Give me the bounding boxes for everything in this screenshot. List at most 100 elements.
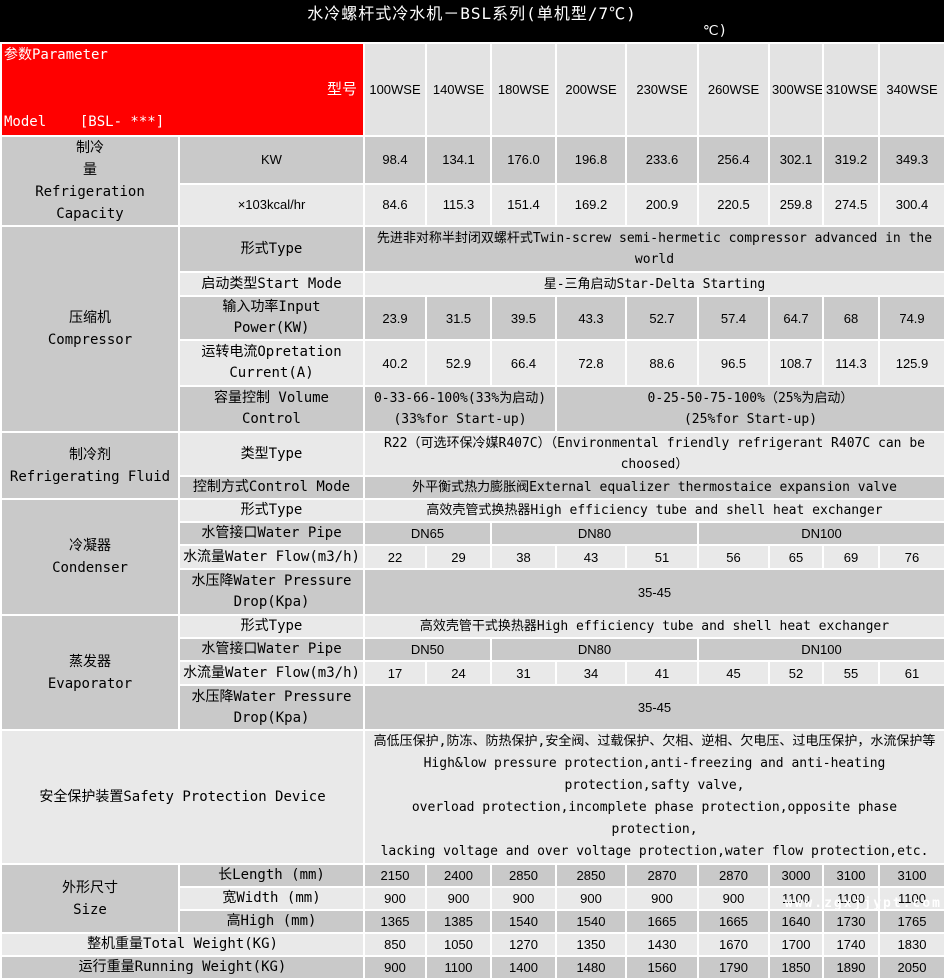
- value-cell: 1765: [879, 910, 944, 933]
- value-cell: 98.4: [364, 136, 426, 184]
- param-label-type: 类型Type: [179, 432, 364, 476]
- value-cell: 56: [698, 545, 769, 569]
- value-cell: 43.3: [556, 296, 626, 340]
- model-header-cell: 200WSE: [556, 43, 626, 136]
- value-cell: 34: [556, 661, 626, 685]
- value-cell: 1670: [698, 933, 769, 956]
- param-label-current: 运转电流Opretation Current(A): [179, 340, 364, 386]
- param-label-control-mode: 控制方式Control Mode: [179, 476, 364, 499]
- value-cell: 23.9: [364, 296, 426, 340]
- value-cell: 220.5: [698, 184, 769, 226]
- value-cell: 319.2: [823, 136, 879, 184]
- param-label-water-flow: 水流量Water Flow(m3/h): [179, 661, 364, 685]
- model-header-cell: 340WSE: [879, 43, 944, 136]
- value-pipe-dn80: DN80: [491, 638, 698, 661]
- value-cell: 1700: [769, 933, 823, 956]
- value-cell: 1430: [626, 933, 698, 956]
- value-cell: 900: [491, 887, 556, 910]
- value-cell: 850: [364, 933, 426, 956]
- value-cell: 1830: [879, 933, 944, 956]
- value-cell: 1665: [698, 910, 769, 933]
- row-total-weight: 整机重量Total Weight(KG) 8501050127013501430…: [1, 933, 944, 956]
- model-cn-label: 型号: [327, 79, 361, 100]
- param-label-kw: KW: [179, 136, 364, 184]
- parameter-model-cell: 参数Parameter 型号 Model [BSL- ***]: [1, 43, 364, 136]
- value-cell: 66.4: [491, 340, 556, 386]
- row-refrigerant-type: 制冷剂 Refrigerating Fluid 类型Type R22（可选环保冷…: [1, 432, 944, 476]
- param-label-kcal: ×103kcal/hr: [179, 184, 364, 226]
- model-header-cell: 310WSE: [823, 43, 879, 136]
- value-cell: 1385: [426, 910, 491, 933]
- param-label-type: 形式Type: [179, 499, 364, 522]
- param-label-width: 宽Width (mm): [179, 887, 364, 910]
- value-cell: 1790: [698, 956, 769, 979]
- value-cell: 57.4: [698, 296, 769, 340]
- param-label-volume-control: 容量控制 Volume Control: [179, 386, 364, 432]
- row-size-length: 外形尺寸 Size 长Length (mm) 21502400285028502…: [1, 864, 944, 887]
- value-cell: 259.8: [769, 184, 823, 226]
- value-pipe-dn100: DN100: [698, 638, 944, 661]
- value-cell: 55: [823, 661, 879, 685]
- value-cell: 1640: [769, 910, 823, 933]
- value-pipe-dn65: DN65: [364, 522, 491, 545]
- value-cell: 39.5: [491, 296, 556, 340]
- section-label-refrigerant: 制冷剂 Refrigerating Fluid: [1, 432, 179, 499]
- section-label-compressor: 压缩机 Compressor: [1, 226, 179, 432]
- value-volume-left: 0-33-66-100%(33%为启动) (33%for Start-up): [364, 386, 556, 432]
- value-cell: 900: [556, 887, 626, 910]
- value-cell: 256.4: [698, 136, 769, 184]
- value-cell: 61: [879, 661, 944, 685]
- value-cell: 169.2: [556, 184, 626, 226]
- param-label-water-pipe: 水管接口Water Pipe: [179, 638, 364, 661]
- section-label-size: 外形尺寸 Size: [1, 864, 179, 933]
- model-header-cell: 260WSE: [698, 43, 769, 136]
- param-label-safety: 安全保护装置Safety Protection Device: [1, 730, 364, 864]
- value-cell: 52.9: [426, 340, 491, 386]
- value-cell: 29: [426, 545, 491, 569]
- value-cell: 900: [698, 887, 769, 910]
- value-cell: 115.3: [426, 184, 491, 226]
- value-cell: 41: [626, 661, 698, 685]
- value-cell: 65: [769, 545, 823, 569]
- value-cell: 17: [364, 661, 426, 685]
- value-cell: 1365: [364, 910, 426, 933]
- section-label-evaporator: 蒸发器 Evaporator: [1, 615, 179, 730]
- value-compressor-type: 先进非对称半封闭双螺杆式Twin-screw semi-hermetic com…: [364, 226, 944, 272]
- value-cell: 134.1: [426, 136, 491, 184]
- value-cell: 68: [823, 296, 879, 340]
- value-cell: 200.9: [626, 184, 698, 226]
- value-cell: 151.4: [491, 184, 556, 226]
- value-refrigerant-type: R22（可选环保冷媒R407C）（Environmental friendly …: [364, 432, 944, 476]
- model-header-cell: 180WSE: [491, 43, 556, 136]
- value-cell: 274.5: [823, 184, 879, 226]
- value-cell: 2400: [426, 864, 491, 887]
- value-cell: 108.7: [769, 340, 823, 386]
- value-cell: 1665: [626, 910, 698, 933]
- parameter-model-inner: 参数Parameter 型号 Model [BSL- ***]: [2, 44, 363, 135]
- param-label-high: 高High (mm): [179, 910, 364, 933]
- value-safety: 高低压保护,防冻、防热保护,安全阀、过载保护、欠相、逆相、欠电压、过电压保护，水…: [364, 730, 944, 864]
- site-watermark: www.zgxjjypt.com: [785, 896, 942, 911]
- value-evaporator-type: 高效壳管干式换热器High efficiency tube and shell …: [364, 615, 944, 638]
- value-cell: 24: [426, 661, 491, 685]
- value-cell: 900: [626, 887, 698, 910]
- value-cell: 84.6: [364, 184, 426, 226]
- value-cell: 900: [364, 956, 426, 979]
- param-label-length: 长Length (mm): [179, 864, 364, 887]
- value-volume-right: 0-25-50-75-100%（25%为启动） (25%for Start-up…: [556, 386, 944, 432]
- param-label-pressure-drop: 水压降Water Pressure Drop(Kpa): [179, 685, 364, 730]
- value-cell: 38: [491, 545, 556, 569]
- value-cell: 31: [491, 661, 556, 685]
- param-label-water-flow: 水流量Water Flow(m3/h): [179, 545, 364, 569]
- value-cell: 72.8: [556, 340, 626, 386]
- value-cell: 1890: [823, 956, 879, 979]
- param-label-type: 形式Type: [179, 615, 364, 638]
- value-cell: 40.2: [364, 340, 426, 386]
- value-cell: 2050: [879, 956, 944, 979]
- value-cell: 2850: [556, 864, 626, 887]
- value-condenser-type: 高效壳管式换热器High efficiency tube and shell h…: [364, 499, 944, 522]
- page-title-overflow: ℃): [703, 23, 727, 39]
- value-cell: 349.3: [879, 136, 944, 184]
- value-cell: 2850: [491, 864, 556, 887]
- value-cell: 74.9: [879, 296, 944, 340]
